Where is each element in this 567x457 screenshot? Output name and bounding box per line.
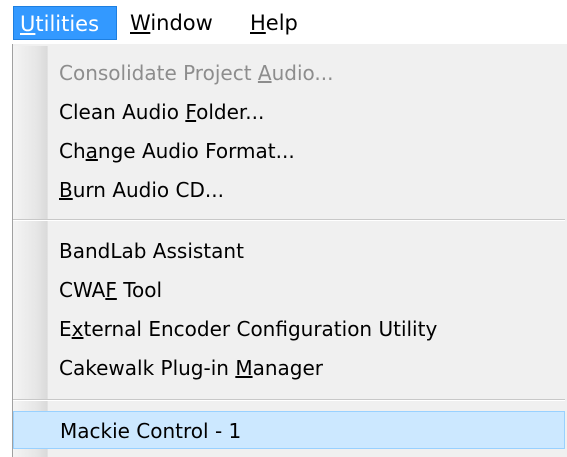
menu-window-mnemonic: W (130, 11, 151, 35)
menu-item-label-post: older... (196, 100, 265, 124)
menu-utilities-label-post: tilities (35, 12, 100, 36)
menu-item-mackie-control-1[interactable]: Mackie Control - 1 (13, 411, 565, 449)
menu-item-label-post: udio... (271, 61, 334, 85)
menu-item-consolidate-project-audio: Consolidate Project Audio... (13, 54, 565, 92)
menu-item-mnemonic: F (185, 100, 197, 124)
menu-window[interactable]: Window (124, 6, 234, 40)
menu-item-label-post: urn Audio CD... (72, 178, 224, 202)
menu-item-label-post: anager (252, 356, 323, 380)
menu-item-cwaf-tool[interactable]: CWAF Tool (13, 271, 565, 309)
menu-item-mnemonic: a (85, 139, 98, 163)
menu-item-label-pre: Clean Audio (59, 100, 186, 124)
menu-item-label-pre: Ch (59, 139, 86, 163)
menu-bar: Utilities Window Help (0, 0, 567, 44)
menu-item-label: BandLab Assistant (59, 239, 244, 263)
dropdown-left-margin (0, 44, 12, 457)
menu-help[interactable]: Help (244, 6, 320, 40)
menu-item-label-post: nge Audio Format... (97, 139, 295, 163)
menu-item-label-pre: Consolidate Project (59, 61, 258, 85)
menu-separator (13, 399, 565, 401)
menu-help-mnemonic: H (250, 11, 266, 35)
menu-item-burn-audio-cd[interactable]: Burn Audio CD... (13, 171, 565, 209)
utilities-dropdown-menu: Consolidate Project Audio... Clean Audio… (0, 44, 567, 457)
menu-item-mnemonic: x (71, 317, 84, 341)
menu-separator (13, 219, 565, 221)
menu-item-mnemonic: A (257, 61, 272, 85)
menu-item-label-pre: Cakewalk Plug-in (59, 356, 236, 380)
menu-item-clean-audio-folder[interactable]: Clean Audio Folder... (13, 93, 565, 131)
menu-item-label-pre: E (59, 317, 72, 341)
menu-item-change-audio-format[interactable]: Change Audio Format... (13, 132, 565, 170)
menu-window-label-post: indow (150, 11, 213, 35)
menu-utilities[interactable]: Utilities (13, 6, 117, 40)
menu-item-mnemonic: F (105, 278, 117, 302)
menu-item-mnemonic: M (235, 356, 253, 380)
menu-help-label-post: elp (265, 11, 298, 35)
menu-item-label-post: ternal Encoder Configuration Utility (83, 317, 438, 341)
menu-utilities-mnemonic: U (20, 12, 36, 36)
menu-item-mnemonic: B (59, 178, 73, 202)
menu-item-label-post: Tool (116, 278, 163, 302)
menu-item-external-encoder-configuration-utility[interactable]: External Encoder Configuration Utility (13, 310, 565, 348)
menu-item-label: Mackie Control - 1 (60, 419, 242, 443)
menu-item-cakewalk-plugin-manager[interactable]: Cakewalk Plug-in Manager (13, 349, 565, 387)
menu-item-label-pre: CWA (59, 278, 106, 302)
menu-item-bandlab-assistant[interactable]: BandLab Assistant (13, 232, 565, 270)
